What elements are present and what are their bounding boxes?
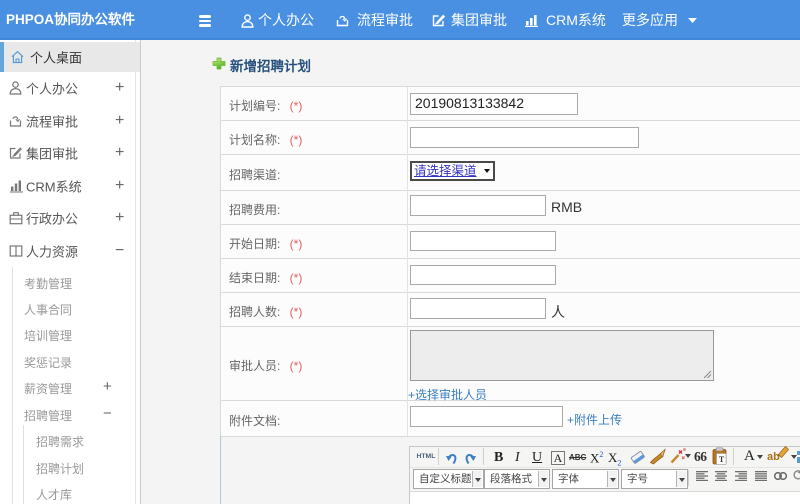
svg-text:T: T bbox=[719, 455, 725, 464]
